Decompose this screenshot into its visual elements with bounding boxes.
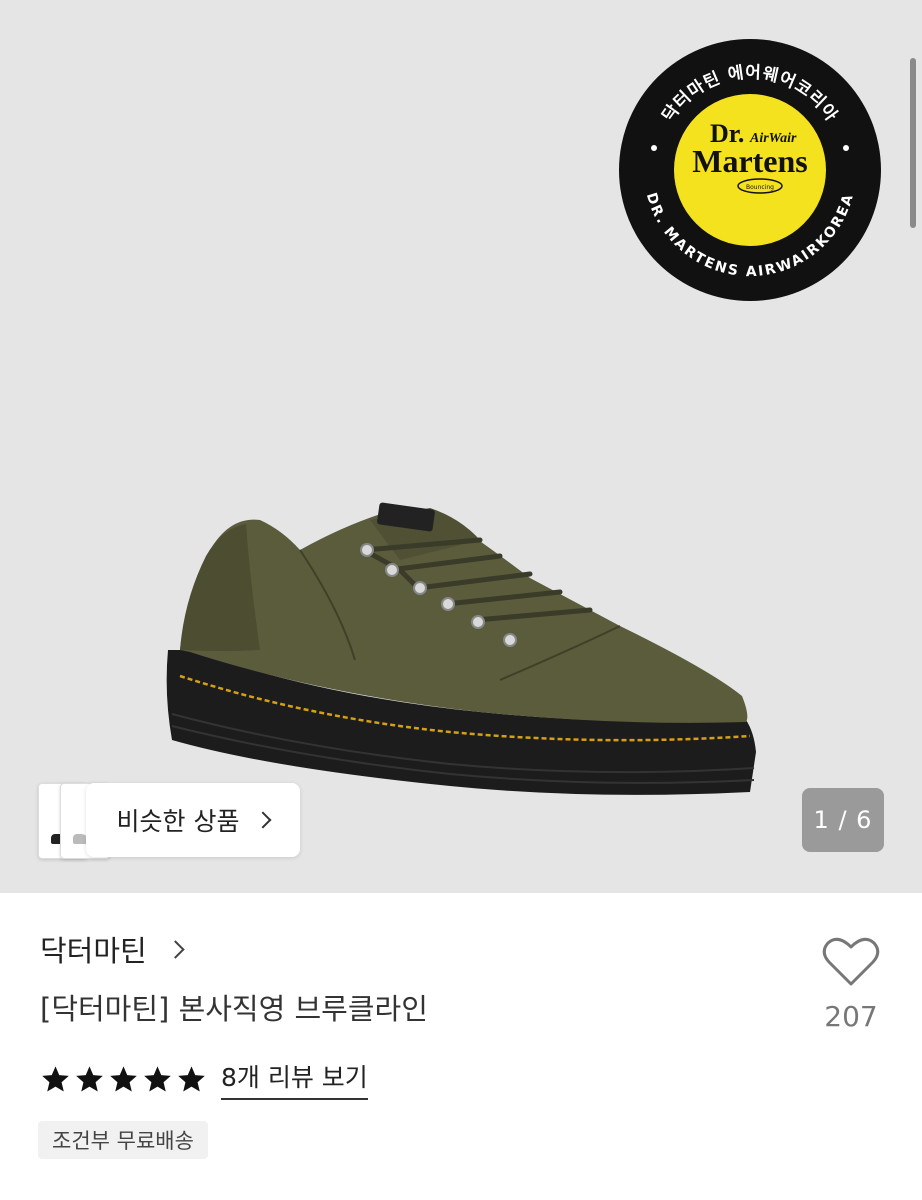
heart-icon[interactable] (822, 936, 880, 988)
image-counter: 1 / 6 (802, 788, 884, 852)
star-icon (144, 1065, 171, 1092)
brand-link[interactable]: 닥터마틴 (40, 928, 185, 970)
shipping-badge: 조건부 무료배송 (38, 1121, 208, 1159)
similar-products[interactable]: 비슷한 상품 (38, 783, 308, 859)
similar-products-button[interactable]: 비슷한 상품 (86, 783, 300, 857)
similar-products-label: 비슷한 상품 (116, 807, 240, 836)
brand-name: 닥터마틴 (40, 934, 147, 968)
like-count: 207 (824, 1000, 878, 1033)
brand-badge-logo: 닥터마틴 에어웨어코리아 DR. MARTENS AIRWAIRKOREA Dr… (619, 39, 881, 301)
scrollbar[interactable] (910, 58, 916, 228)
product-image-gallery[interactable]: 닥터마틴 에어웨어코리아 DR. MARTENS AIRWAIRKOREA Dr… (0, 0, 922, 893)
svg-text:Bouncing: Bouncing (746, 184, 774, 191)
svg-text:Martens: Martens (692, 143, 808, 179)
product-shoe-image (166, 502, 756, 795)
product-title: [닥터마틴] 본사직영 브루클라인 (40, 992, 428, 1026)
review-link[interactable]: 8개 리뷰 보기 (221, 1058, 368, 1100)
rating-stars (40, 1064, 207, 1095)
star-icon (42, 1065, 69, 1092)
rating-row: 8개 리뷰 보기 (40, 1058, 368, 1100)
star-icon (110, 1065, 137, 1092)
star-icon (76, 1065, 103, 1092)
like-button[interactable]: 207 (818, 936, 884, 1046)
chevron-right-icon (254, 811, 272, 829)
chevron-right-icon (166, 939, 185, 959)
star-icon (178, 1065, 205, 1092)
